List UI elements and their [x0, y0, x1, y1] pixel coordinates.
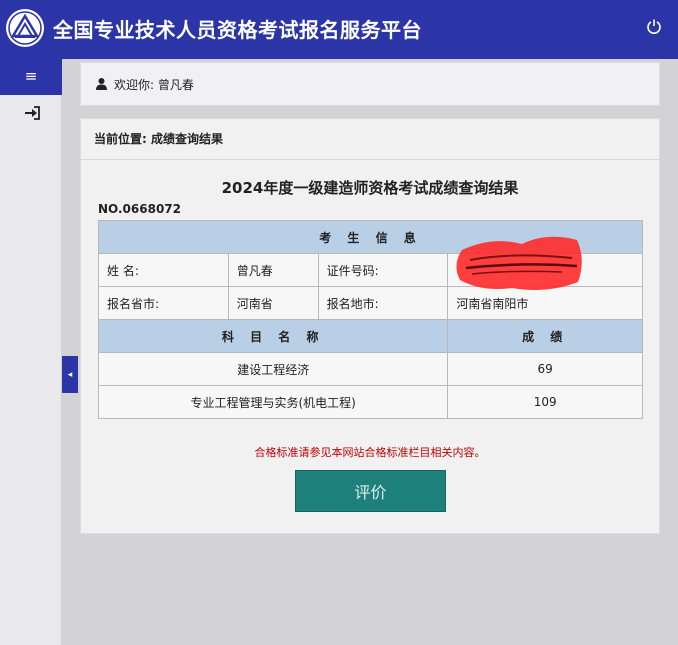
rate-button[interactable]: 评价 [295, 470, 446, 512]
province-value: 河南省 [227, 286, 319, 320]
app-title: 全国专业技术人员资格考试报名服务平台 [53, 18, 422, 42]
hamburger-icon: ≡ [24, 67, 38, 85]
sidebar-collapse-button[interactable]: ◂ [62, 356, 78, 393]
pass-standard-note: 合格标准请参见本网站合格标准栏目相关内容。 [254, 446, 486, 459]
table-row: 建设工程经济 69 [97, 352, 643, 386]
subject-score: 109 [447, 385, 643, 419]
province-label: 报名省市: [98, 286, 229, 320]
result-title: 2024年度一级建造师资格考试成绩查询结果 [221, 179, 519, 197]
exam-authority-logo-icon [6, 9, 44, 47]
table-row: 专业工程管理与实务(机电工程) 109 [97, 385, 643, 419]
subject-name: 专业工程管理与实务(机电工程) [97, 385, 449, 419]
top-header: 全国专业技术人员资格考试报名服务平台 [0, 0, 678, 59]
city-label: 报名地市: [317, 286, 449, 320]
subject-score: 69 [447, 352, 643, 386]
welcome-text: 欢迎你: 曾凡春 [114, 78, 194, 92]
name-label: 姓 名: [98, 253, 229, 287]
user-icon [96, 78, 107, 90]
redaction-mark [456, 236, 582, 290]
subject-name: 建设工程经济 [97, 352, 449, 386]
reference-number: NO.0668072 [98, 202, 181, 216]
result-panel: 当前位置: 成绩查询结果 2024年度一级建造师资格考试成绩查询结果 NO.06… [80, 118, 660, 534]
power-icon[interactable] [646, 18, 662, 34]
id-label: 证件号码: [317, 253, 449, 287]
table-row: 科 目 名 称 成 绩 [97, 319, 643, 353]
subject-header: 科 目 名 称 [97, 319, 449, 353]
score-header: 成 绩 [447, 319, 643, 353]
menu-toggle-button[interactable]: ≡ [0, 59, 62, 95]
sign-in-icon[interactable] [24, 106, 40, 120]
name-value: 曾凡春 [227, 253, 319, 287]
breadcrumb: 当前位置: 成绩查询结果 [81, 119, 659, 160]
sidebar: ≡ [0, 59, 62, 645]
caret-left-icon: ◂ [67, 369, 73, 380]
welcome-bar: 欢迎你: 曾凡春 [80, 62, 660, 106]
